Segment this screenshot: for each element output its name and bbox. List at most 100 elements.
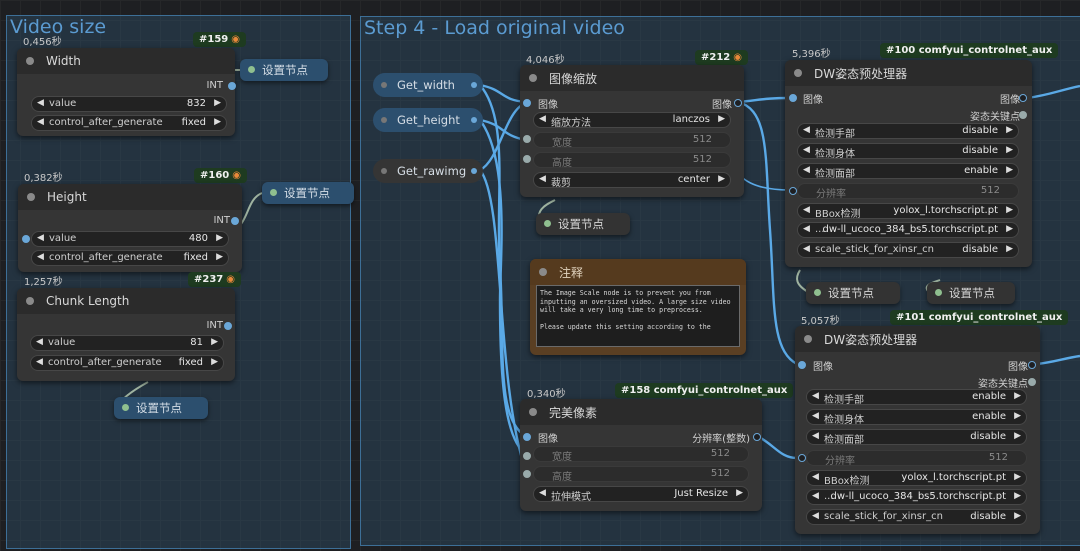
output-pin[interactable] xyxy=(1019,94,1027,102)
input-pin[interactable] xyxy=(523,135,531,143)
widget-pose-estimator[interactable]: ◀... dw-ll_ucoco_384_bs5.torchscript.pt ▶ xyxy=(806,489,1027,505)
widget-pose-estimator[interactable]: ◀... dw-ll_ucoco_384_bs5.torchscript.pt ▶ xyxy=(797,222,1019,238)
widget-detect-face[interactable]: ◀ 检测面部 disable ▶ xyxy=(806,429,1027,446)
arrow-left-icon[interactable]: ◀ xyxy=(803,224,810,234)
arrow-left-icon[interactable]: ◀ xyxy=(539,174,546,184)
node-image-scale[interactable]: 图像缩放 图像 图像 ◀ 缩放方法 lanczos ▶ 宽度 512 高度 512 ◀ 裁剪… xyxy=(520,65,744,197)
input-pin[interactable] xyxy=(935,289,942,296)
widget-value[interactable]: ◀ value 81 ▶ xyxy=(30,335,224,351)
arrow-left-icon[interactable]: ◀ xyxy=(803,145,810,155)
output-pin[interactable] xyxy=(1028,378,1036,386)
note-textarea[interactable]: The Image Scale node is to prevent you f… xyxy=(536,285,740,347)
input-pin[interactable] xyxy=(381,117,387,123)
output-pin[interactable] xyxy=(471,168,477,174)
input-pin[interactable] xyxy=(22,235,30,243)
arrow-left-icon[interactable]: ◀ xyxy=(803,244,810,254)
arrow-left-icon[interactable]: ◀ xyxy=(37,117,44,127)
output-pin[interactable] xyxy=(734,99,742,107)
collapse-dot-icon[interactable] xyxy=(529,408,537,416)
node-header[interactable]: 注释 xyxy=(530,259,746,285)
arrow-right-icon[interactable]: ▶ xyxy=(718,174,725,184)
arrow-left-icon[interactable]: ◀ xyxy=(812,472,819,482)
collapse-dot-icon[interactable] xyxy=(26,297,34,305)
input-pin[interactable] xyxy=(122,404,129,411)
node-header[interactable]: DW姿态预处理器 xyxy=(795,326,1040,352)
arrow-right-icon[interactable]: ▶ xyxy=(1006,224,1013,234)
input-pin[interactable] xyxy=(798,361,806,369)
node-header[interactable]: Height xyxy=(18,184,242,210)
output-pin[interactable] xyxy=(471,117,477,123)
arrow-left-icon[interactable]: ◀ xyxy=(812,431,819,441)
arrow-left-icon[interactable]: ◀ xyxy=(37,252,44,262)
widget-control[interactable]: ◀ control_after_generate fixed ▶ xyxy=(30,355,224,371)
input-pin[interactable] xyxy=(814,289,821,296)
arrow-right-icon[interactable]: ▶ xyxy=(1006,165,1013,175)
arrow-right-icon[interactable]: ▶ xyxy=(214,117,221,127)
input-pin[interactable] xyxy=(789,187,797,195)
arrow-left-icon[interactable]: ◀ xyxy=(803,125,810,135)
note-node[interactable]: 注释 The Image Scale node is to prevent yo… xyxy=(530,259,746,355)
arrow-right-icon[interactable]: ▶ xyxy=(1006,125,1013,135)
input-pin[interactable] xyxy=(523,433,531,441)
input-pin[interactable] xyxy=(798,454,806,462)
node-width[interactable]: Width INT ◀ value 832 ▶ ◀ control_after_gene… xyxy=(17,48,236,136)
collapse-dot-icon[interactable] xyxy=(529,74,537,82)
arrow-left-icon[interactable]: ◀ xyxy=(812,491,819,501)
arrow-left-icon[interactable]: ◀ xyxy=(539,488,546,498)
set-node[interactable]: 设置节点 xyxy=(536,213,630,235)
arrow-left-icon[interactable]: ◀ xyxy=(37,233,44,243)
arrow-right-icon[interactable]: ▶ xyxy=(1014,491,1021,501)
widget-bbox-detector[interactable]: ◀ BBox检测 yolox_l.torchscript.pt ▶ xyxy=(797,203,1019,220)
node-header[interactable]: 图像缩放 xyxy=(520,65,744,91)
widget-crop[interactable]: ◀ 裁剪 center ▶ xyxy=(533,172,731,189)
input-pin[interactable] xyxy=(544,220,551,227)
input-pin[interactable] xyxy=(523,452,531,460)
set-node[interactable]: 设置节点 xyxy=(927,282,1015,304)
node-height[interactable]: Height INT ◀ value 480 ▶ ◀ control_after_gen… xyxy=(18,184,242,272)
arrow-right-icon[interactable]: ▶ xyxy=(211,357,218,367)
node-header[interactable]: 完美像素 xyxy=(520,399,762,425)
arrow-right-icon[interactable]: ▶ xyxy=(216,252,223,262)
widget-value[interactable]: ◀ value 832 ▶ xyxy=(31,96,227,112)
arrow-right-icon[interactable]: ▶ xyxy=(214,98,221,108)
widget-scale-stick[interactable]: ◀ scale_stick_for_xinsr_cn disable ▶ xyxy=(806,509,1027,525)
get-height-node[interactable]: Get_height xyxy=(373,108,483,132)
input-pin[interactable] xyxy=(789,94,797,102)
collapse-dot-icon[interactable] xyxy=(27,193,35,201)
output-pin[interactable] xyxy=(1028,361,1036,369)
arrow-right-icon[interactable]: ▶ xyxy=(1014,511,1021,521)
set-node[interactable]: 设置节点 xyxy=(240,59,328,81)
set-node[interactable]: 设置节点 xyxy=(806,282,900,304)
node-header[interactable]: DW姿态预处理器 xyxy=(785,60,1032,86)
arrow-right-icon[interactable]: ▶ xyxy=(1014,472,1021,482)
output-pin[interactable] xyxy=(471,82,477,88)
widget-detect-face[interactable]: ◀ 检测面部 enable ▶ xyxy=(797,163,1019,180)
node-perfect-pixel[interactable]: 完美像素 图像 分辨率(整数) 宽度 512 高度 512 ◀ 拉伸模式 Just Re… xyxy=(520,399,762,511)
widget-bbox-detector[interactable]: ◀ BBox检测 yolox_l.torchscript.pt ▶ xyxy=(806,470,1027,487)
output-pin[interactable] xyxy=(231,217,239,225)
input-pin[interactable] xyxy=(248,66,255,73)
widget-value[interactable]: ◀ value 480 ▶ xyxy=(31,231,229,247)
arrow-left-icon[interactable]: ◀ xyxy=(36,357,43,367)
collapse-dot-icon[interactable] xyxy=(804,335,812,343)
arrow-left-icon[interactable]: ◀ xyxy=(812,391,819,401)
set-node[interactable]: 设置节点 xyxy=(262,182,354,204)
widget-detect-hands[interactable]: ◀ 检测手部 enable ▶ xyxy=(806,389,1027,406)
arrow-left-icon[interactable]: ◀ xyxy=(803,205,810,215)
arrow-right-icon[interactable]: ▶ xyxy=(216,233,223,243)
arrow-left-icon[interactable]: ◀ xyxy=(539,114,546,124)
node-chunk-length[interactable]: Chunk Length INT ◀ value 81 ▶ ◀ control_afte… xyxy=(17,288,235,381)
input-pin[interactable] xyxy=(381,82,387,88)
input-pin[interactable] xyxy=(523,155,531,163)
input-pin[interactable] xyxy=(523,99,531,107)
arrow-right-icon[interactable]: ▶ xyxy=(1006,244,1013,254)
collapse-dot-icon[interactable] xyxy=(26,57,34,65)
input-pin[interactable] xyxy=(523,470,531,478)
collapse-dot-icon[interactable] xyxy=(539,268,547,276)
widget-scale-method[interactable]: ◀ 缩放方法 lanczos ▶ xyxy=(533,112,731,129)
node-header[interactable]: Chunk Length xyxy=(17,288,235,314)
widget-control[interactable]: ◀ control_after_generate fixed ▶ xyxy=(31,250,229,266)
set-node[interactable]: 设置节点 xyxy=(114,397,208,419)
arrow-right-icon[interactable]: ▶ xyxy=(1014,411,1021,421)
output-pin[interactable] xyxy=(753,433,761,441)
